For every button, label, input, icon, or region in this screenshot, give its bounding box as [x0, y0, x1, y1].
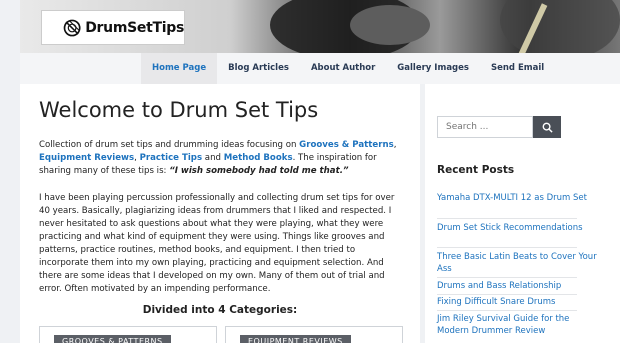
link-method-books[interactable]: Method Books [224, 153, 293, 163]
link-practice-tips[interactable]: Practice Tips [140, 153, 202, 163]
search-button[interactable] [533, 116, 561, 138]
header-photo-shape [500, 0, 620, 53]
divider [437, 277, 577, 278]
nav-item-blog[interactable]: Blog Articles [217, 53, 300, 84]
intro-paragraph: Collection of drum set tips and drumming… [39, 139, 404, 178]
recent-post-link[interactable]: Jim Riley Survival Guide for the Modern … [437, 313, 597, 337]
main-content: Welcome to Drum Set Tips Collection of d… [20, 84, 420, 343]
page-title: Welcome to Drum Set Tips [39, 98, 319, 122]
intro-separator: , [393, 140, 397, 150]
link-grooves-patterns[interactable]: Grooves & Patterns [299, 140, 394, 150]
header-photo-shape [350, 5, 430, 45]
nav-item-gallery[interactable]: Gallery Images [386, 53, 480, 84]
intro-quote: “I wish somebody had told me that.” [169, 166, 349, 176]
search-icon [542, 122, 553, 133]
sidebar: Recent Posts Yamaha DTX-MULTI 12 as Drum… [425, 84, 620, 343]
categories-heading: Divided into 4 Categories: [142, 304, 298, 316]
divider [437, 294, 577, 295]
intro-text: Collection of drum set tips and drumming… [39, 140, 300, 150]
category-card-grooves: GROOVES & PATTERNS [39, 326, 217, 343]
recent-post-link[interactable]: Fixing Difficult Snare Drums [437, 296, 597, 308]
divider [437, 218, 577, 219]
category-button-equipment[interactable]: EQUIPMENT REVIEWS [240, 335, 351, 343]
divider [437, 310, 577, 311]
divider [437, 247, 577, 248]
site-logo[interactable]: DrumSetTips [41, 10, 185, 45]
nav-item-email[interactable]: Send Email [480, 53, 555, 84]
recent-post-link[interactable]: Drum Set Stick Recommendations [437, 222, 597, 234]
recent-post-link[interactable]: Drums and Bass Relationship [437, 280, 597, 292]
category-button-grooves[interactable]: GROOVES & PATTERNS [54, 335, 171, 343]
category-card-equipment: EQUIPMENT REVIEWS [225, 326, 403, 343]
main-navigation: Home Page Blog Articles About Author Gal… [20, 53, 620, 84]
link-equipment-reviews[interactable]: Equipment Reviews [39, 153, 134, 163]
drum-logo-icon [63, 19, 81, 36]
recent-post-link[interactable]: Yamaha DTX-MULTI 12 as Drum Set [437, 192, 597, 204]
nav-item-about[interactable]: About Author [300, 53, 386, 84]
recent-posts-heading: Recent Posts [437, 164, 515, 176]
recent-post-link[interactable]: Three Basic Latin Beats to Cover Your As… [437, 251, 597, 275]
search-input[interactable] [437, 116, 533, 138]
nav-item-home[interactable]: Home Page [141, 53, 218, 84]
about-paragraph: I have been playing percussion professio… [39, 193, 395, 294]
intro-and: and [202, 153, 224, 163]
logo-text: DrumSetTips [85, 19, 184, 36]
